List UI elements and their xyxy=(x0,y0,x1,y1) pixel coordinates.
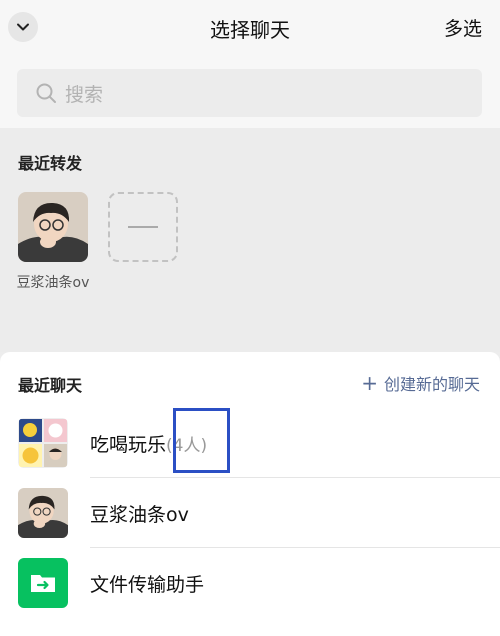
create-new-chat-label: 创建新的聊天 xyxy=(383,375,480,394)
search-input[interactable]: 搜索 xyxy=(17,69,482,117)
recent-forward-section: 最近转发 豆浆油条ov xyxy=(0,128,500,352)
folder-arrow-icon xyxy=(31,575,55,592)
chat-row-group[interactable]: 吃喝玩乐(4人) xyxy=(0,408,500,478)
chat-name: 文件传输助手 xyxy=(90,574,205,596)
page-title: 选择聊天 xyxy=(210,18,290,42)
child-photo-icon xyxy=(18,488,68,538)
group-avatar xyxy=(18,418,68,468)
multi-select-button[interactable]: 多选 xyxy=(444,14,482,41)
recent-chats-sheet: 最近聊天 + 创建新的聊天 吃喝玩乐(4人) 豆浆油条ov 文件传输助手 xyxy=(0,352,500,636)
search-icon xyxy=(36,83,56,103)
header: 选择聊天 多选 xyxy=(0,0,500,56)
minus-icon xyxy=(128,226,158,228)
create-new-chat-button[interactable]: + 创建新的聊天 xyxy=(361,371,480,395)
chat-row-contact[interactable]: 豆浆油条ov xyxy=(0,478,500,548)
chat-name: 豆浆油条ov xyxy=(90,504,189,526)
plus-icon: + xyxy=(361,371,378,395)
chat-name-text: 吃喝玩乐 xyxy=(90,434,167,456)
group-avatar-icon xyxy=(18,418,68,468)
highlight-annotation-box xyxy=(173,408,230,473)
search-placeholder: 搜索 xyxy=(65,83,104,106)
child-photo-icon xyxy=(18,192,88,262)
recent-forward-name: 豆浆油条ov xyxy=(16,275,90,291)
recent-forward-avatar[interactable] xyxy=(18,192,88,262)
chat-row-file-helper[interactable]: 文件传输助手 xyxy=(0,548,500,618)
file-helper-avatar xyxy=(18,558,68,608)
contact-avatar xyxy=(18,488,68,538)
recent-chats-title: 最近聊天 xyxy=(18,376,83,395)
recent-forward-title: 最近转发 xyxy=(18,154,83,173)
top-area: 选择聊天 多选 搜索 xyxy=(0,0,500,128)
add-recipient-button[interactable] xyxy=(108,192,178,262)
